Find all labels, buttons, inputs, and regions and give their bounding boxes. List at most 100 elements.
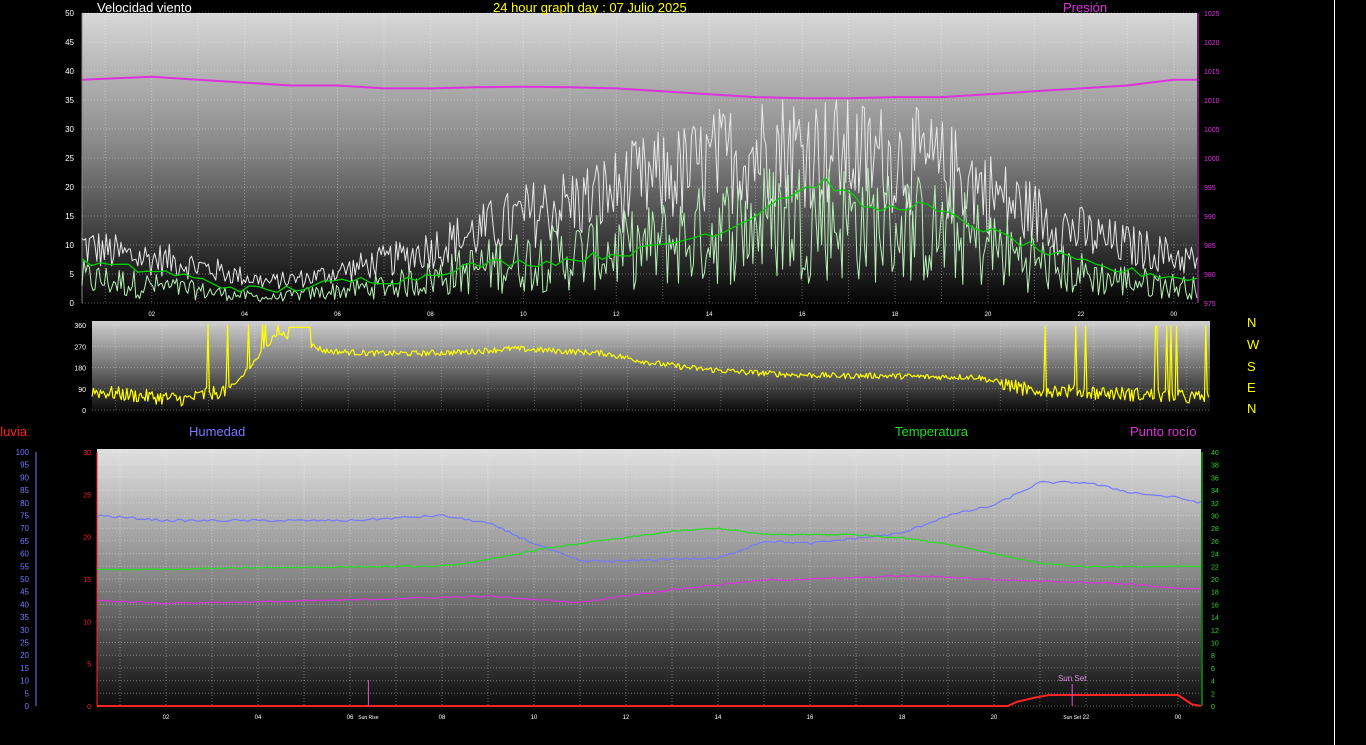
temperature-axis-tick: 24 xyxy=(1211,552,1219,559)
direction-axis-tick: 360 xyxy=(74,323,86,330)
time-axis-tick: 10 xyxy=(531,715,538,721)
dewpoint-title: Punto rocío xyxy=(1130,424,1197,439)
humidity-axis-tick: 85 xyxy=(20,486,29,495)
time-axis-tick: 04 xyxy=(241,312,248,318)
pressure-axis-tick: 1015 xyxy=(1204,69,1220,76)
wind-axis-tick: 45 xyxy=(65,38,74,47)
wind-title: Velocidad viento xyxy=(97,0,192,15)
pressure-axis-tick: 1025 xyxy=(1204,11,1220,18)
time-axis-tick: 12 xyxy=(623,715,630,721)
time-axis-tick: 18 xyxy=(892,312,899,318)
sunrise-axis-label: Sun Rise xyxy=(358,715,379,721)
temperature-axis-tick: 26 xyxy=(1211,539,1219,546)
humidity-axis-tick: 20 xyxy=(20,651,29,660)
wind-axis-tick: 35 xyxy=(65,96,74,105)
rain-axis-tick: 0 xyxy=(87,704,91,711)
humidity-axis-tick: 10 xyxy=(20,677,29,686)
time-axis-tick: 02 xyxy=(148,312,155,318)
time-axis-tick: 20 xyxy=(985,312,992,318)
time-axis-tick: 22 xyxy=(1078,312,1085,318)
rain-axis-tick: 15 xyxy=(83,577,91,584)
time-axis-tick: 16 xyxy=(799,312,806,318)
temperature-axis-tick: 20 xyxy=(1211,577,1219,584)
humidity-axis-tick: 95 xyxy=(20,461,29,470)
wind-axis-tick: 30 xyxy=(65,125,74,134)
time-axis-tick: 08 xyxy=(439,715,446,721)
graph-title: 24 hour graph day : 07 Julio 2025 xyxy=(493,0,687,15)
time-axis-tick: 20 xyxy=(991,715,998,721)
time-axis-tick: 04 xyxy=(255,715,262,721)
temperature-axis-tick: 30 xyxy=(1211,514,1219,521)
pressure-axis-tick: 975 xyxy=(1204,301,1216,308)
wind-axis-tick: 15 xyxy=(65,212,74,221)
temperature-title: Temperatura xyxy=(895,424,968,439)
humidity-axis-tick: 75 xyxy=(20,512,29,521)
humidity-axis-tick: 15 xyxy=(20,664,29,673)
pressure-axis-tick: 1000 xyxy=(1204,156,1220,163)
temperature-axis-tick: 4 xyxy=(1211,679,1215,686)
time-axis-tick: 12 xyxy=(613,312,620,318)
humidity-axis-tick: 45 xyxy=(20,588,29,597)
temperature-axis-tick: 38 xyxy=(1211,463,1219,470)
pressure-axis-tick: 1020 xyxy=(1204,40,1220,47)
compass-label: S xyxy=(1247,359,1256,374)
time-axis-tick: 02 xyxy=(163,715,170,721)
time-axis-tick: 10 xyxy=(520,312,527,318)
wind-axis-tick: 40 xyxy=(65,67,74,76)
humidity-axis-tick: 25 xyxy=(20,639,29,648)
time-axis-tick: 22 xyxy=(1083,715,1090,721)
temperature-axis-tick: 22 xyxy=(1211,564,1219,571)
temperature-axis-tick: 12 xyxy=(1211,628,1219,635)
temperature-axis-tick: 28 xyxy=(1211,526,1219,533)
right-border-line xyxy=(1334,0,1335,745)
time-axis-tick: 06 xyxy=(334,312,341,318)
wind-axis-tick: 25 xyxy=(65,154,74,163)
pressure-axis-tick: 980 xyxy=(1204,272,1216,279)
direction-axis-tick: 90 xyxy=(78,387,86,394)
temperature-axis-tick: 10 xyxy=(1211,641,1219,648)
temperature-axis-tick: 2 xyxy=(1211,691,1215,698)
temperature-axis-tick: 8 xyxy=(1211,653,1215,660)
rain-axis-tick: 5 xyxy=(87,662,91,669)
temperature-axis-tick: 16 xyxy=(1211,602,1219,609)
pressure-axis-tick: 995 xyxy=(1204,185,1216,192)
time-axis-tick: 08 xyxy=(427,312,434,318)
pressure-axis-tick: 1010 xyxy=(1204,98,1220,105)
humidity-axis-tick: 40 xyxy=(20,600,29,609)
temperature-axis-tick: 18 xyxy=(1211,590,1219,597)
humidity-axis-tick: 30 xyxy=(20,626,29,635)
humidity-axis-tick: 60 xyxy=(20,550,29,559)
wind-axis-tick: 5 xyxy=(70,270,75,279)
direction-axis-tick: 180 xyxy=(74,366,86,373)
wind-axis-tick: 20 xyxy=(65,183,74,192)
rain-axis-tick: 30 xyxy=(83,450,91,457)
pressure-title: Presión xyxy=(1063,0,1108,15)
temperature-axis-tick: 14 xyxy=(1211,615,1219,622)
temperature-axis-tick: 34 xyxy=(1211,488,1219,495)
weather-graph-svg: 0510152025303540455097598098599099510001… xyxy=(16,9,1220,721)
humidity-axis-tick: 5 xyxy=(25,689,30,698)
rain-axis-tick: 20 xyxy=(83,535,91,542)
compass-label: N xyxy=(1247,401,1257,416)
time-axis-tick: 06 xyxy=(347,715,354,721)
compass-label: N xyxy=(1247,315,1257,330)
compass-label: W xyxy=(1247,337,1260,352)
time-axis-tick: 14 xyxy=(706,312,713,318)
wind-axis-tick: 10 xyxy=(65,241,74,250)
rain-title: Lluvia xyxy=(0,424,27,439)
direction-axis-tick: 0 xyxy=(82,408,86,415)
humidity-axis-tick: 35 xyxy=(20,613,29,622)
temperature-axis-tick: 32 xyxy=(1211,501,1219,508)
humidity-title: Humedad xyxy=(189,424,246,439)
humidity-axis-tick: 90 xyxy=(20,473,29,482)
time-axis-tick: 14 xyxy=(715,715,722,721)
time-axis-tick: 00 xyxy=(1175,715,1182,721)
pressure-axis-tick: 1005 xyxy=(1204,127,1220,134)
sunset-axis-label: Sun Set xyxy=(1063,715,1081,721)
time-axis-tick: 16 xyxy=(807,715,814,721)
rain-axis-tick: 25 xyxy=(83,492,91,499)
time-axis-tick: 18 xyxy=(899,715,906,721)
time-axis-tick: 00 xyxy=(1170,312,1177,318)
rain-axis-tick: 10 xyxy=(83,619,91,626)
wind-axis-tick: 0 xyxy=(70,299,75,308)
